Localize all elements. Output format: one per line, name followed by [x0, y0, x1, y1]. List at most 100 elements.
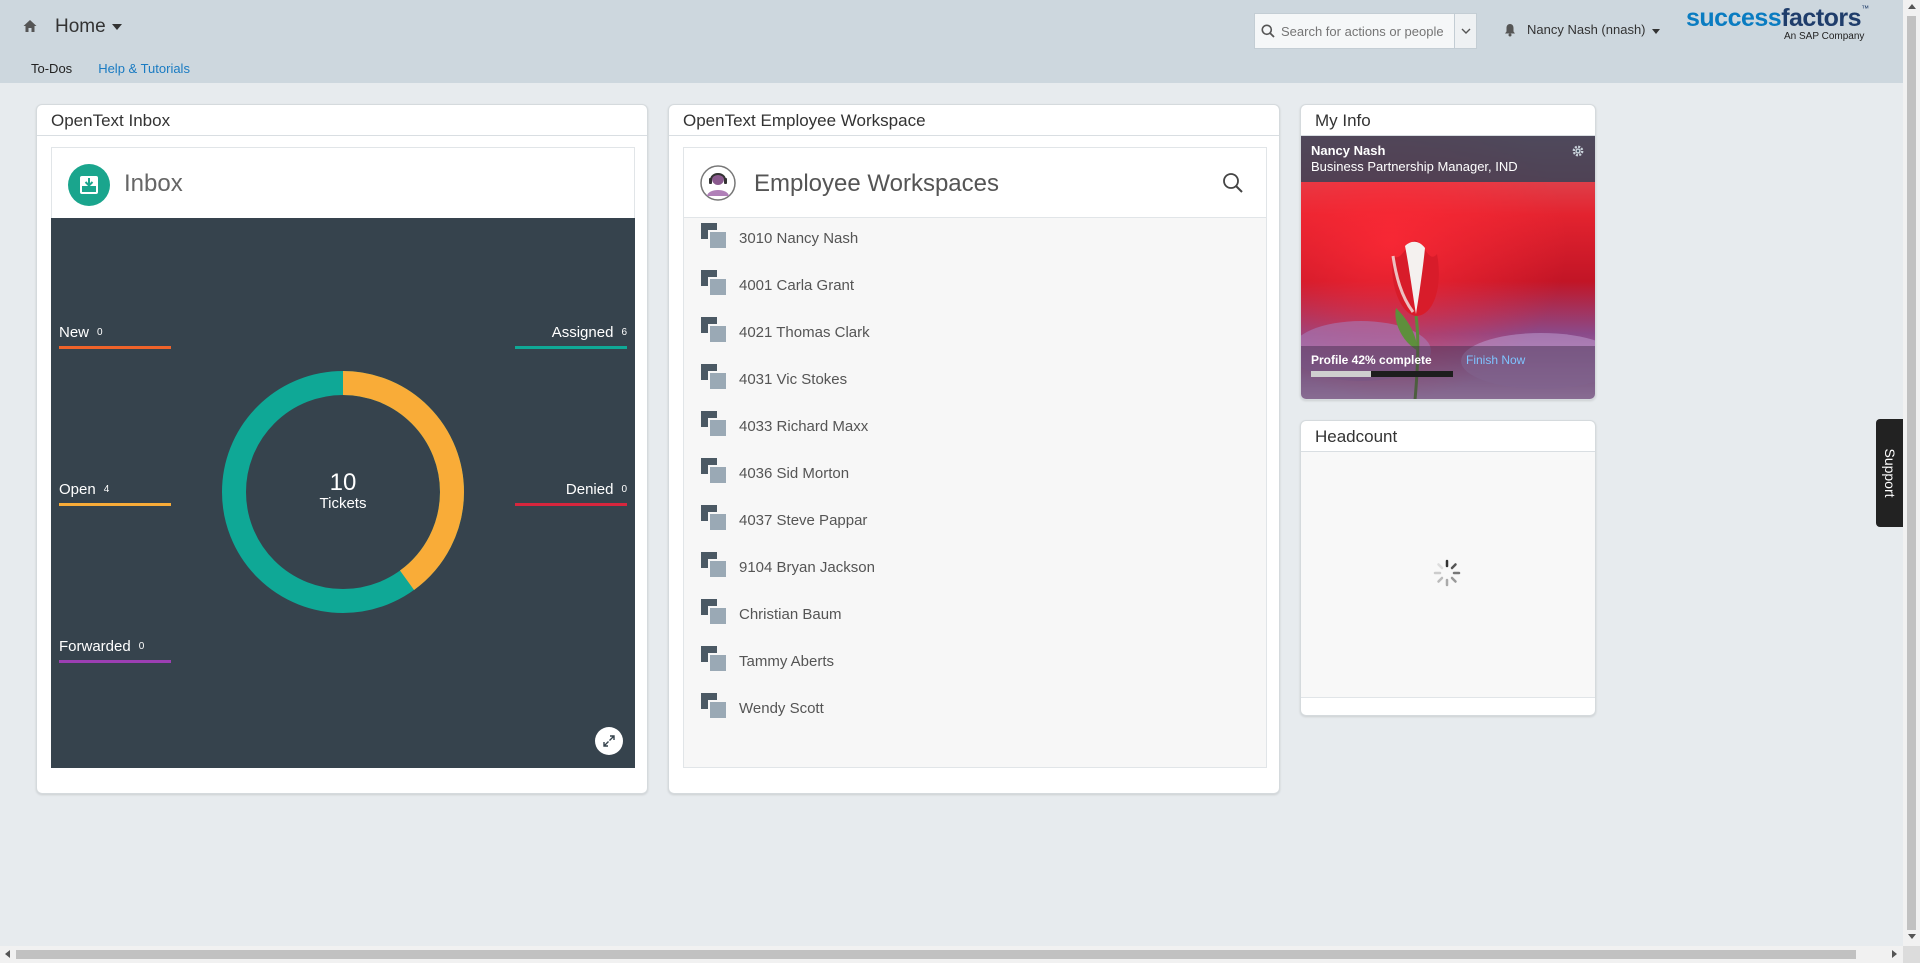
workspace-list-item[interactable]: Tammy Aberts [684, 641, 1266, 688]
workspace-list-item[interactable]: 4021 Thomas Clark [684, 312, 1266, 359]
workspace-item-label: 4031 Vic Stokes [739, 371, 848, 388]
support-agent-avatar-icon [700, 165, 736, 201]
scroll-down-arrow-icon[interactable] [1908, 934, 1916, 939]
todos-link[interactable]: To-Dos [31, 61, 72, 76]
status-new-bar [59, 346, 171, 349]
profile-name[interactable]: Nancy Nash [1311, 143, 1385, 158]
profile-completion: Profile 42% complete Finish Now [1301, 346, 1595, 399]
chevron-down-icon [111, 24, 122, 30]
status-forwarded[interactable]: Forwarded 0 [59, 638, 171, 663]
profile-progress-bar [1311, 371, 1453, 377]
workspace-item-label: Wendy Scott [739, 700, 824, 717]
loading-spinner-icon [1433, 559, 1461, 587]
finish-now-link[interactable]: Finish Now [1466, 353, 1525, 367]
horizontal-scrollbar-thumb[interactable] [16, 950, 1856, 959]
home-menu[interactable]: Home [55, 16, 122, 38]
home-icon[interactable] [22, 18, 38, 34]
workspace-folder-icon [701, 505, 728, 532]
user-menu[interactable]: Nancy Nash (nnash) [1527, 22, 1660, 37]
expand-button[interactable] [595, 727, 623, 755]
search-input[interactable] [1281, 23, 1449, 39]
status-denied-count: 0 [621, 484, 627, 495]
workspace-item-label: 4021 Thomas Clark [739, 324, 870, 341]
vertical-scrollbar[interactable] [1903, 0, 1920, 946]
workspace-header: Employee Workspaces [684, 148, 1266, 218]
workspace-list-item[interactable]: 4001 Carla Grant [684, 265, 1266, 312]
divider [37, 135, 647, 136]
home-menu-label: Home [55, 16, 106, 37]
logo-word-factors: factors [1781, 4, 1862, 32]
workspace-list-item[interactable]: Wendy Scott [684, 688, 1266, 735]
status-new-label: New [59, 324, 90, 341]
workspace-list-item[interactable]: 4037 Steve Pappar [684, 500, 1266, 547]
workspace-folder-icon [701, 552, 728, 579]
employee-workspace-card: OpenText Employee Workspace Employee Wor… [668, 104, 1280, 794]
logo-word-success: success [1686, 4, 1782, 32]
status-assigned-label: Assigned [551, 324, 614, 341]
bell-icon[interactable] [1504, 23, 1516, 37]
help-tutorials-link[interactable]: Help & Tutorials [98, 61, 190, 76]
workspace-list-item[interactable]: 4033 Richard Maxx [684, 406, 1266, 453]
chevron-down-icon [1651, 28, 1660, 34]
workspace-list-item[interactable]: 4036 Sid Morton [684, 453, 1266, 500]
status-assigned-count: 6 [621, 327, 627, 338]
logo-tagline: An SAP Company [1784, 31, 1865, 42]
profile-completion-text: Profile 42% complete [1311, 353, 1432, 367]
top-header: Home To-Dos Help & Tutorials Nancy Nash … [0, 0, 1903, 83]
my-info-card: My Info Nancy Nash Business Partnership … [1300, 104, 1596, 400]
workspace-folder-icon [701, 317, 728, 344]
workspace-folder-icon [701, 458, 728, 485]
status-open[interactable]: Open 4 [59, 481, 171, 506]
headcount-body [1301, 452, 1595, 698]
divider [669, 135, 1279, 136]
gear-icon[interactable] [1571, 144, 1585, 158]
workspace-list-item[interactable]: 9104 Bryan Jackson [684, 547, 1266, 594]
expand-icon [603, 735, 615, 747]
tickets-donut-chart: 10 Tickets [219, 368, 467, 616]
search-icon[interactable] [1222, 172, 1244, 194]
inbox-widget-title: Inbox [124, 170, 183, 197]
workspace-item-label: Christian Baum [739, 606, 842, 623]
workspace-folder-icon [701, 364, 728, 391]
status-denied[interactable]: Denied 0 [515, 481, 627, 506]
opentext-inbox-card: OpenText Inbox Inbox New 0 Assigned 6 Open… [36, 104, 648, 794]
workspace-item-label: 3010 Nancy Nash [739, 230, 859, 247]
support-tab[interactable]: Support [1876, 419, 1903, 527]
card-title: OpenText Inbox [51, 111, 171, 130]
tickets-label: Tickets [319, 495, 367, 512]
status-new[interactable]: New 0 [59, 324, 171, 349]
horizontal-scrollbar[interactable] [0, 946, 1903, 963]
logo-trademark: ™ [1861, 4, 1870, 13]
user-name: Nancy Nash (nnash) [1527, 22, 1646, 37]
global-search [1254, 13, 1477, 49]
workspace-list-item[interactable]: 3010 Nancy Nash [684, 218, 1266, 265]
vertical-scrollbar-thumb[interactable] [1907, 16, 1916, 930]
scroll-up-arrow-icon[interactable] [1908, 4, 1916, 9]
workspace-item-label: 4033 Richard Maxx [739, 418, 869, 435]
workspace-list: 3010 Nancy Nash 4001 Carla Grant 4021 Thom… [684, 218, 1266, 735]
status-open-bar [59, 503, 171, 506]
workspace-folder-icon [701, 223, 728, 250]
workspace-list-item[interactable]: 4031 Vic Stokes [684, 359, 1266, 406]
scroll-left-arrow-icon[interactable] [5, 950, 10, 958]
workspace-folder-icon [701, 599, 728, 626]
workspace-item-label: 4037 Steve Pappar [739, 512, 868, 529]
inbox-dashboard: New 0 Assigned 6 Open 4 Denied 0 Forwarded 0 … [51, 218, 635, 768]
headcount-card: Headcount [1300, 420, 1596, 716]
status-forwarded-label: Forwarded [59, 638, 131, 655]
card-title: Headcount [1315, 427, 1398, 446]
chevron-down-icon [1461, 28, 1470, 34]
workspace-folder-icon [701, 646, 728, 673]
scroll-right-arrow-icon[interactable] [1892, 950, 1897, 958]
workspace-folder-icon [701, 411, 728, 438]
workspace-list-item[interactable]: Christian Baum [684, 594, 1266, 641]
search-dropdown-button[interactable] [1454, 14, 1476, 48]
donut-center: 10 Tickets [219, 368, 467, 616]
scrollbar-corner [1903, 946, 1920, 963]
profile-name-band: Nancy Nash Business Partnership Manager,… [1301, 136, 1595, 182]
workspace-folder-icon [701, 270, 728, 297]
status-assigned[interactable]: Assigned 6 [515, 324, 627, 349]
workspace-item-label: 4036 Sid Morton [739, 465, 850, 482]
card-title: OpenText Employee Workspace [683, 111, 926, 130]
successfactors-logo[interactable]: successfactors™ An SAP Company [1686, 4, 1876, 42]
